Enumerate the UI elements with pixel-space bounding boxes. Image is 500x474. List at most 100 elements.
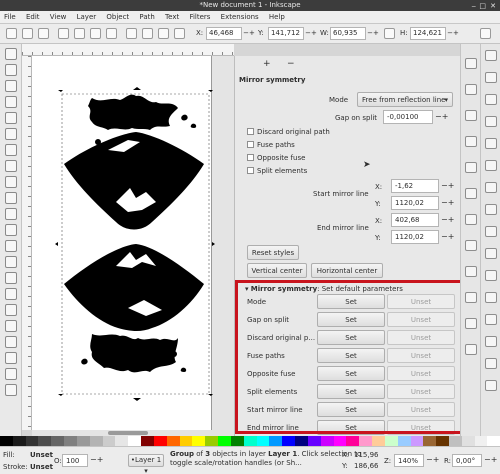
save-icon[interactable]: [485, 94, 497, 105]
end-x-stepper[interactable]: −+: [441, 213, 454, 227]
w-field[interactable]: 60,935: [330, 27, 366, 40]
print-icon[interactable]: [485, 116, 497, 127]
xml-editor-icon[interactable]: [465, 84, 477, 95]
objects-icon[interactable]: [465, 136, 477, 147]
zoom-tool-icon[interactable]: [5, 96, 17, 108]
transform-icon[interactable]: [465, 188, 477, 199]
export-bitmap-icon[interactable]: [485, 160, 497, 171]
text-font-icon[interactable]: [465, 214, 477, 225]
calligraphy-tool-icon[interactable]: [5, 240, 17, 252]
discard-original-checkbox[interactable]: [247, 128, 254, 135]
star-tool-icon[interactable]: [5, 176, 17, 188]
end-y-stepper[interactable]: −+: [441, 230, 454, 244]
lock-icon[interactable]: [384, 28, 395, 39]
y-field[interactable]: 141,712: [268, 27, 304, 40]
import-icon[interactable]: [485, 138, 497, 149]
menu-path[interactable]: Path: [135, 11, 158, 24]
select-all-layers-icon[interactable]: [22, 28, 33, 39]
fuse-paths-checkbox[interactable]: [247, 141, 254, 148]
color-palette[interactable]: [0, 436, 500, 446]
connector-tool-icon[interactable]: [5, 368, 17, 380]
stroke-value[interactable]: Unset: [30, 463, 53, 471]
copy-icon[interactable]: [485, 226, 497, 237]
x-field[interactable]: 46,468: [206, 27, 242, 40]
3d-box-tool-icon[interactable]: [5, 144, 17, 156]
more-chevron-icon[interactable]: [480, 28, 491, 39]
menu-object[interactable]: Object: [102, 11, 133, 24]
flip-horizontal-icon[interactable]: [90, 28, 101, 39]
rotate-stepper[interactable]: −+: [484, 453, 497, 467]
text-tool-icon[interactable]: [5, 256, 17, 268]
rotate-cw-icon[interactable]: [74, 28, 85, 39]
rectangle-tool-icon[interactable]: [5, 128, 17, 140]
canvas[interactable]: [32, 56, 234, 430]
menu-filters[interactable]: Filters: [185, 11, 214, 24]
new-document-icon[interactable]: [485, 50, 497, 61]
eraser-tool-icon[interactable]: [5, 288, 17, 300]
select-all-icon[interactable]: [6, 28, 17, 39]
path-effects-icon[interactable]: [465, 292, 477, 303]
zoom-selection-icon[interactable]: [485, 292, 497, 303]
paint-bucket-tool-icon[interactable]: [5, 304, 17, 316]
rotate-ccw-icon[interactable]: [58, 28, 69, 39]
spray-tool-icon[interactable]: [5, 272, 17, 284]
scrollbar-thumb[interactable]: [108, 431, 148, 435]
node-tool-icon[interactable]: [5, 64, 17, 76]
h-field[interactable]: 124,621: [410, 27, 446, 40]
x-stepper[interactable]: −+: [242, 27, 256, 40]
add-effect-button[interactable]: +: [263, 59, 271, 69]
zoom-stepper[interactable]: −+: [426, 453, 439, 467]
mode-dropdown[interactable]: Free from reflection line ▾: [357, 92, 453, 107]
layer-dropdown[interactable]: •Layer 1 ▾: [128, 454, 164, 474]
cut-icon[interactable]: [485, 248, 497, 259]
dropper-tool-icon[interactable]: [5, 352, 17, 364]
raise-to-top-icon[interactable]: [126, 28, 137, 39]
artwork[interactable]: [32, 56, 234, 430]
end-x-field[interactable]: 402,68: [391, 213, 439, 227]
mesh-tool-icon[interactable]: [5, 336, 17, 348]
vertical-ruler[interactable]: [22, 56, 32, 430]
menu-view[interactable]: View: [46, 11, 71, 24]
duplicate-icon[interactable]: [485, 358, 497, 369]
start-y-stepper[interactable]: −+: [441, 196, 454, 210]
fill-stroke-icon[interactable]: [465, 58, 477, 69]
end-y-field[interactable]: 1120,02: [391, 230, 439, 244]
gap-stepper[interactable]: −+: [435, 110, 448, 124]
clone-icon[interactable]: [485, 380, 497, 391]
lower-to-bottom-icon[interactable]: [174, 28, 185, 39]
zoom-drawing-icon[interactable]: [485, 314, 497, 325]
start-y-field[interactable]: 1120,02: [391, 196, 439, 210]
selector-tool-icon[interactable]: [5, 48, 17, 60]
menu-text[interactable]: Text: [161, 11, 183, 24]
horizontal-center-button[interactable]: Horizontal center: [311, 263, 383, 278]
symbols-icon[interactable]: [465, 266, 477, 277]
opacity-field[interactable]: 100: [62, 454, 88, 467]
lpe-tool-icon[interactable]: [5, 384, 17, 396]
menu-layer[interactable]: Layer: [73, 11, 101, 24]
fill-value[interactable]: Unset: [30, 451, 53, 459]
menu-help[interactable]: Help: [265, 11, 289, 24]
menu-file[interactable]: File: [0, 11, 20, 24]
horizontal-ruler[interactable]: [22, 44, 234, 56]
y-stepper[interactable]: −+: [304, 27, 318, 40]
ellipse-tool-icon[interactable]: [5, 160, 17, 172]
opacity-stepper[interactable]: −+: [90, 453, 103, 467]
filters-icon[interactable]: [465, 318, 477, 329]
export-icon[interactable]: [465, 344, 477, 355]
start-x-field[interactable]: -1,62: [391, 179, 439, 193]
layers-icon[interactable]: [465, 110, 477, 121]
pen-tool-icon[interactable]: [5, 224, 17, 236]
redo-icon[interactable]: [485, 204, 497, 215]
deselect-icon[interactable]: [38, 28, 49, 39]
menu-extensions[interactable]: Extensions: [217, 11, 263, 24]
spiral-tool-icon[interactable]: [5, 192, 17, 204]
lower-icon[interactable]: [158, 28, 169, 39]
remove-effect-button[interactable]: −: [287, 59, 295, 69]
gradient-tool-icon[interactable]: [5, 320, 17, 332]
pencil-tool-icon[interactable]: [5, 208, 17, 220]
split-elements-checkbox[interactable]: [247, 167, 254, 174]
raise-icon[interactable]: [142, 28, 153, 39]
gap-field[interactable]: -0,00100: [383, 110, 433, 124]
zoom-field[interactable]: 140%: [394, 454, 424, 467]
paste-icon[interactable]: [485, 270, 497, 281]
